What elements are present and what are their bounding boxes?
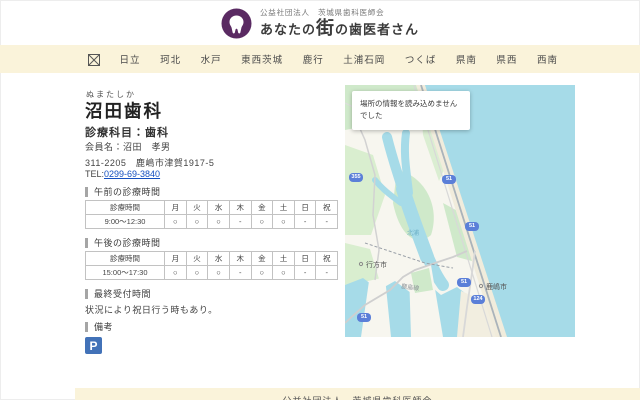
section-afternoon-hours: 午後の診療時間	[85, 236, 161, 249]
page: 公益社団法人 茨城県歯科医師会 あなたの街の歯医者さん 日立 珂北 水戸 東西茨城 鹿行…	[0, 0, 640, 400]
availability-cell: ○	[186, 266, 208, 280]
section-bar	[85, 289, 88, 299]
col-header: 木	[229, 252, 251, 266]
col-header: 金	[251, 201, 273, 215]
map-label-namegata: 行方市	[366, 260, 387, 269]
col-header: 日	[294, 252, 316, 266]
footer-org-name: 公益社団法人 茨城県歯科医師会	[282, 394, 432, 400]
map-label-kashima: 鹿嶋市	[486, 282, 507, 291]
nav-item-4[interactable]: 鹿行	[303, 52, 324, 66]
col-header: 月	[165, 252, 187, 266]
route-shield-355: 355	[349, 173, 363, 182]
clinic-tel: TEL:0299-69-3840	[85, 169, 160, 179]
availability-cell: -	[316, 215, 338, 229]
nav-item-8[interactable]: 県西	[496, 52, 517, 66]
route-shield-51: 51	[442, 175, 456, 184]
clinic-member: 会員名：沼田 孝男	[85, 140, 171, 153]
route-shield-51: 51	[457, 278, 471, 287]
col-header: 祝	[316, 201, 338, 215]
region-navbar: 日立 珂北 水戸 東西茨城 鹿行 土浦石岡 つくば 県南 県西 西南	[0, 45, 640, 73]
availability-cell: -	[294, 266, 316, 280]
section-remarks: 備考	[85, 320, 113, 333]
col-header: 火	[186, 252, 208, 266]
nav-item-5[interactable]: 土浦石岡	[343, 52, 385, 66]
route-shield-51: 51	[357, 313, 371, 322]
nav-item-0[interactable]: 日立	[120, 52, 141, 66]
section-bar	[85, 187, 88, 197]
col-header: 土	[273, 201, 295, 215]
availability-cell: ○	[165, 215, 187, 229]
col-header: 火	[186, 201, 208, 215]
clinic-name: 沼田歯科	[85, 98, 163, 123]
home-broken-image-icon[interactable]	[88, 53, 100, 65]
availability-cell: ○	[251, 266, 273, 280]
map-error-line2: でした	[360, 110, 462, 122]
map[interactable]: 行方市 鹿嶋市 鹿島線 北浦 355 51 51 51 124 51 場所の情報…	[345, 85, 575, 337]
map-label-kitaura: 北浦	[407, 229, 419, 237]
availability-cell: ○	[165, 266, 187, 280]
nav-item-6[interactable]: つくば	[405, 52, 437, 66]
nav-item-9[interactable]: 西南	[537, 52, 558, 66]
col-header: 木	[229, 201, 251, 215]
availability-cell: ○	[273, 266, 295, 280]
map-error-card: 場所の情報を読み込めません でした	[352, 91, 470, 130]
brand-title: あなたの街の歯医者さん	[260, 19, 419, 39]
section-morning-hours: 午前の診療時間	[85, 185, 161, 198]
clinic-address: 311-2205 鹿嶋市津賀1917-5	[85, 156, 214, 169]
route-shield-51: 51	[465, 222, 479, 231]
col-header: 日	[294, 201, 316, 215]
availability-cell: ○	[251, 215, 273, 229]
clinic-department: 診療科目：歯科	[85, 124, 169, 140]
tooth-logo-icon	[221, 8, 252, 39]
tel-link[interactable]: 0299-69-3840	[104, 169, 160, 179]
section-bar	[85, 322, 88, 332]
col-header: 祝	[316, 252, 338, 266]
morning-hours-table: 診療時間月火水木金土日祝9:00～12:30○○○-○○--	[85, 200, 338, 229]
org-name: 公益社団法人 茨城県歯科医師会	[260, 7, 419, 18]
afternoon-hours-table: 診療時間月火水木金土日祝15:00～17:30○○○-○○--	[85, 251, 338, 280]
col-header: 金	[251, 252, 273, 266]
last-reception-note: 状況により祝日行う時もあり。	[85, 303, 218, 316]
section-last-reception: 最終受付時間	[85, 287, 151, 300]
nav-item-1[interactable]: 珂北	[160, 52, 181, 66]
availability-cell: -	[316, 266, 338, 280]
col-header: 診療時間	[86, 201, 165, 215]
site-logo[interactable]: 公益社団法人 茨城県歯科医師会 あなたの街の歯医者さん	[0, 7, 640, 39]
nav-item-7[interactable]: 県南	[456, 52, 477, 66]
section-bar	[85, 238, 88, 248]
availability-cell: -	[229, 215, 251, 229]
availability-cell: -	[229, 266, 251, 280]
col-header: 診療時間	[86, 252, 165, 266]
availability-cell: -	[294, 215, 316, 229]
col-header: 水	[208, 201, 230, 215]
availability-cell: ○	[208, 266, 230, 280]
footer: 公益社団法人 茨城県歯科医師会	[75, 388, 640, 400]
time-range-cell: 9:00～12:30	[86, 215, 165, 229]
parking-icon: P	[85, 337, 102, 354]
map-error-line1: 場所の情報を読み込めません	[360, 98, 462, 110]
time-range-cell: 15:00～17:30	[86, 266, 165, 280]
availability-cell: ○	[186, 215, 208, 229]
nav-item-2[interactable]: 水戸	[201, 52, 222, 66]
route-shield-124: 124	[471, 295, 485, 304]
col-header: 水	[208, 252, 230, 266]
availability-cell: ○	[273, 215, 295, 229]
nav-item-3[interactable]: 東西茨城	[241, 52, 283, 66]
availability-cell: ○	[208, 215, 230, 229]
col-header: 月	[165, 201, 187, 215]
col-header: 土	[273, 252, 295, 266]
